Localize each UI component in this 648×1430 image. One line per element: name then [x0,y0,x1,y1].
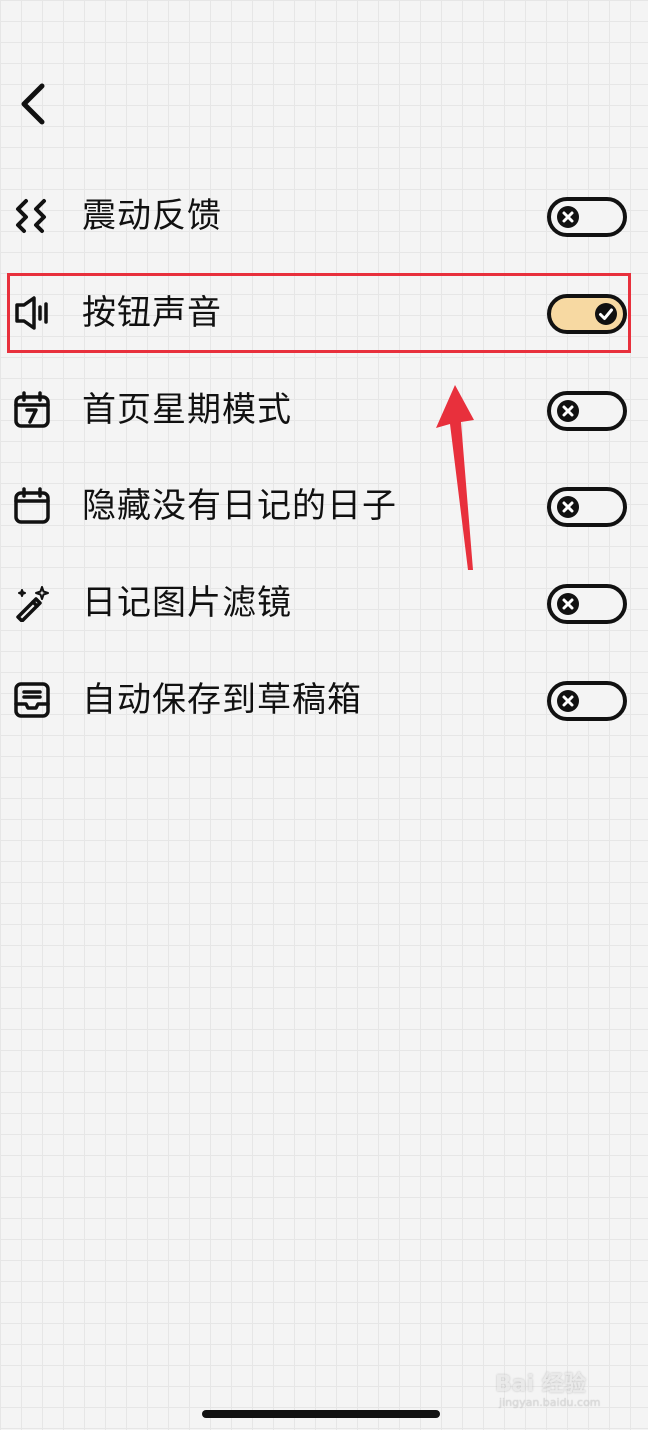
vibration-icon [16,199,46,233]
inbox-tray-icon [14,682,50,718]
home-indicator[interactable] [202,1410,440,1418]
setting-row-vibration: 震动反馈 [0,186,648,246]
setting-label: 日记图片滤镜 [82,583,292,623]
x-icon [557,206,579,228]
x-icon [557,690,579,712]
setting-label: 首页星期模式 [82,390,292,430]
x-icon [557,400,579,422]
x-icon [557,593,579,615]
calendar-week-icon [14,391,50,428]
x-icon [557,496,579,518]
image-filter-toggle[interactable] [547,584,627,624]
calendar-icon [14,487,50,524]
vibration-toggle[interactable] [547,197,627,237]
back-button[interactable] [12,80,56,128]
setting-row-image-filter: 日记图片滤镜 [0,573,648,633]
watermark-sub: jingyan.baidu.com [499,1396,601,1409]
watermark: Bai 经验 jingyan.baidu.com [495,1362,615,1414]
setting-row-week-mode: 首页星期模式 [0,380,648,440]
setting-label: 震动反馈 [82,196,222,236]
annotation-arrow [436,385,474,570]
week-mode-toggle[interactable] [547,391,627,431]
hide-empty-days-toggle[interactable] [547,487,627,527]
setting-label: 自动保存到草稿箱 [82,680,362,720]
magic-wand-icon [16,586,49,622]
setting-row-hide-empty-days: 隐藏没有日记的日子 [0,476,648,536]
setting-row-auto-save: 自动保存到草稿箱 [0,670,648,730]
chevron-left-icon [21,83,45,125]
watermark-text: Bai 经验 [495,1372,586,1397]
setting-label: 隐藏没有日记的日子 [82,486,397,526]
highlight-box [7,273,631,353]
auto-save-toggle[interactable] [547,681,627,721]
